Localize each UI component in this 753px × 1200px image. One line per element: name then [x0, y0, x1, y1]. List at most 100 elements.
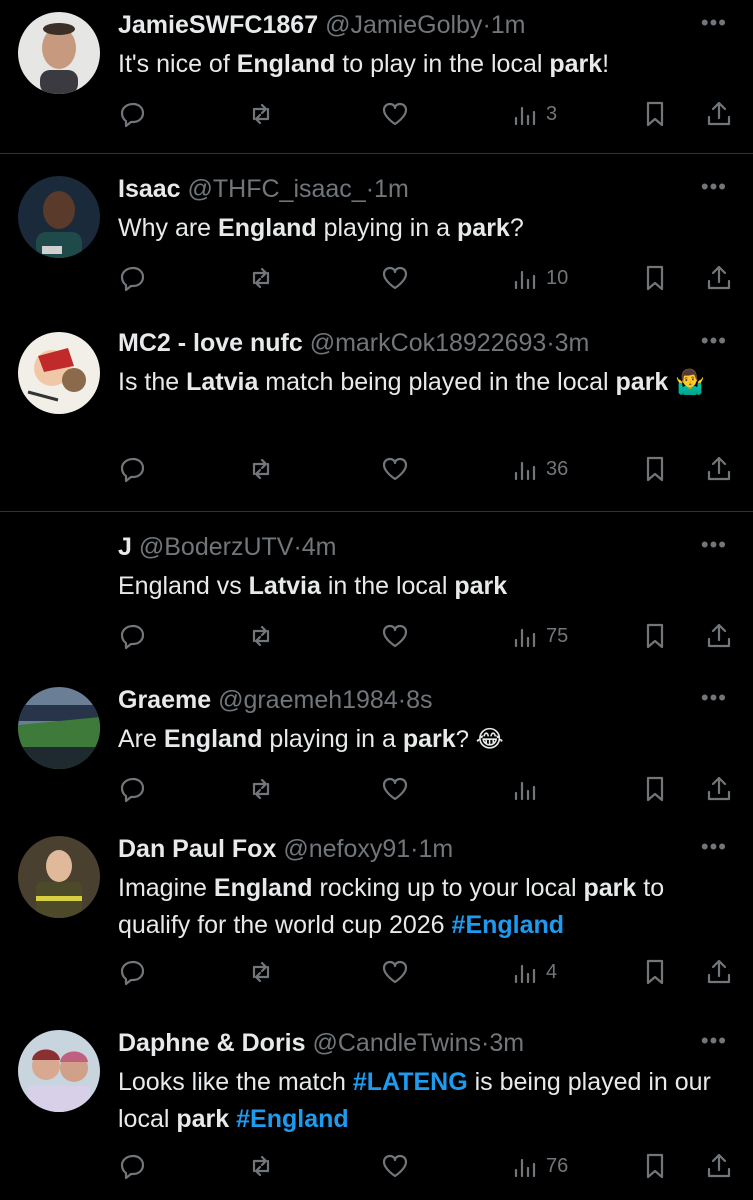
views-button[interactable]: 75 [510, 618, 568, 654]
more-icon[interactable]: ••• [701, 8, 727, 38]
views-count: 36 [546, 457, 569, 480]
retweet-icon [252, 458, 270, 480]
more-icon[interactable]: ••• [701, 1026, 727, 1056]
display-name[interactable]: MC2 - love nufc [118, 329, 303, 357]
display-name[interactable]: J [118, 533, 132, 561]
like-button[interactable] [380, 1148, 410, 1184]
views-button[interactable]: 76 [510, 1148, 568, 1184]
timestamp[interactable]: 1m [419, 835, 454, 863]
retweet-button[interactable] [246, 954, 276, 990]
avatar[interactable] [18, 176, 100, 258]
share-button[interactable] [704, 618, 734, 654]
timestamp[interactable]: 8s [406, 686, 432, 714]
display-name[interactable]: Graeme [118, 686, 211, 714]
separator-dot: · [293, 533, 302, 561]
avatar[interactable] [18, 332, 100, 414]
display-name[interactable]: JamieSWFC1867 [118, 11, 318, 39]
reply-button[interactable] [118, 954, 148, 990]
share-button[interactable] [704, 771, 734, 807]
share-button[interactable] [704, 96, 734, 132]
retweet-button[interactable] [246, 96, 276, 132]
bookmark-button[interactable] [640, 451, 670, 487]
retweet-button[interactable] [246, 451, 276, 487]
tweet[interactable]: Isaac @THFC_isaac_·1m ••• Why are Englan… [0, 172, 753, 312]
bookmark-icon [646, 776, 664, 802]
avatar[interactable] [18, 12, 100, 94]
bookmark-button[interactable] [640, 771, 670, 807]
timestamp[interactable]: 4m [302, 533, 337, 561]
bookmark-button[interactable] [640, 954, 670, 990]
more-icon[interactable]: ••• [701, 832, 727, 862]
reply-button[interactable] [118, 96, 148, 132]
reply-button[interactable] [118, 451, 148, 487]
like-button[interactable] [380, 771, 410, 807]
user-handle[interactable]: @JamieGolby [325, 11, 482, 39]
display-name[interactable]: Daphne & Doris [118, 1029, 306, 1057]
avatar[interactable] [18, 1030, 100, 1112]
reply-button[interactable] [118, 771, 148, 807]
bookmark-icon [646, 265, 664, 291]
reply-button[interactable] [118, 260, 148, 296]
views-count: 3 [546, 102, 558, 125]
retweet-button[interactable] [246, 771, 276, 807]
user-handle[interactable]: @graemeh1984 [218, 686, 398, 714]
share-button[interactable] [704, 954, 734, 990]
more-icon[interactable]: ••• [701, 683, 727, 713]
like-button[interactable] [380, 96, 410, 132]
like-button[interactable] [380, 260, 410, 296]
like-icon [382, 457, 408, 481]
hashtag-link[interactable]: #England [452, 911, 565, 939]
views-icon [514, 964, 536, 984]
avatar[interactable] [18, 836, 100, 918]
share-button[interactable] [704, 260, 734, 296]
tweet[interactable]: Graeme @graemeh1984·8s ••• Are England p… [0, 683, 753, 813]
views-button[interactable]: 10 [510, 260, 568, 296]
reply-icon [120, 960, 145, 986]
timestamp[interactable]: 1m [491, 11, 526, 39]
bookmark-button[interactable] [640, 96, 670, 132]
like-button[interactable] [380, 451, 410, 487]
more-icon[interactable]: ••• [701, 326, 727, 356]
tweet[interactable]: J @BoderzUTV·4m ••• England vs Latvia in… [0, 530, 753, 660]
retweet-button[interactable] [246, 618, 276, 654]
timestamp[interactable]: 1m [374, 175, 409, 203]
avatar[interactable] [18, 687, 100, 769]
like-button[interactable] [380, 618, 410, 654]
views-button[interactable]: 4 [510, 954, 557, 990]
reply-button[interactable] [118, 618, 148, 654]
like-button[interactable] [380, 954, 410, 990]
share-icon [707, 101, 731, 126]
tweet[interactable]: Dan Paul Fox @nefoxy91·1m ••• Imagine En… [0, 832, 753, 1002]
retweet-button[interactable] [246, 260, 276, 296]
tweet[interactable]: Daphne & Doris @CandleTwins·3m ••• Looks… [0, 1026, 753, 1200]
user-handle[interactable]: @CandleTwins [312, 1029, 481, 1057]
share-button[interactable] [704, 451, 734, 487]
reply-button[interactable] [118, 1148, 148, 1184]
retweet-icon [252, 103, 270, 125]
views-button[interactable]: 36 [510, 451, 568, 487]
hashtag-link[interactable]: #England [236, 1105, 349, 1133]
like-icon [382, 624, 408, 648]
bookmark-button[interactable] [640, 260, 670, 296]
views-button[interactable]: 3 [510, 96, 557, 132]
timestamp[interactable]: 3m [489, 1029, 524, 1057]
timestamp[interactable]: 3m [555, 329, 590, 357]
display-name[interactable]: Dan Paul Fox [118, 835, 276, 863]
hashtag-link[interactable]: #LATENG [353, 1068, 468, 1096]
action-bar [118, 771, 738, 807]
user-handle[interactable]: @BoderzUTV [139, 533, 294, 561]
bookmark-button[interactable] [640, 618, 670, 654]
display-name[interactable]: Isaac [118, 175, 181, 203]
user-handle[interactable]: @markCok18922693 [310, 329, 547, 357]
user-handle[interactable]: @THFC_isaac_ [188, 175, 366, 203]
tweet-text: Imagine England rocking up to your local… [118, 874, 665, 939]
views-button[interactable] [510, 771, 546, 807]
more-icon[interactable]: ••• [701, 172, 727, 202]
tweet[interactable]: JamieSWFC1867 @JamieGolby·1m ••• It's ni… [0, 8, 753, 148]
share-button[interactable] [704, 1148, 734, 1184]
bookmark-button[interactable] [640, 1148, 670, 1184]
more-icon[interactable]: ••• [701, 530, 727, 560]
user-handle[interactable]: @nefoxy91 [283, 835, 410, 863]
retweet-button[interactable] [246, 1148, 276, 1184]
tweet[interactable]: MC2 - love nufc @markCok18922693·3m ••• … [0, 326, 753, 506]
